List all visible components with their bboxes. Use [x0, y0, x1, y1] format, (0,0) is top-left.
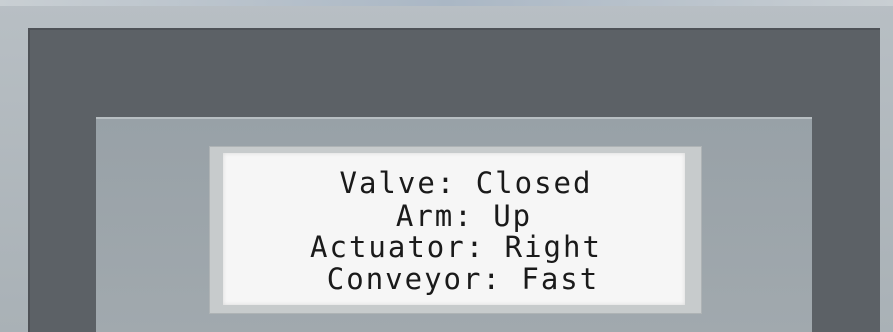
lcd-line-conveyor: Conveyor: Fast — [326, 262, 600, 296]
lcd-screen: Valve: Closed Arm: Up Actuator: Right Co… — [223, 153, 685, 305]
lcd-line-actuator: Actuator: Right — [310, 230, 602, 264]
device-top-edge — [0, 0, 893, 6]
hmi-device: Valve: Closed Arm: Up Actuator: Right Co… — [0, 0, 893, 332]
lcd-line-arm: Arm: Up — [395, 199, 533, 233]
lcd-line-valve: Valve: Closed — [339, 166, 593, 200]
